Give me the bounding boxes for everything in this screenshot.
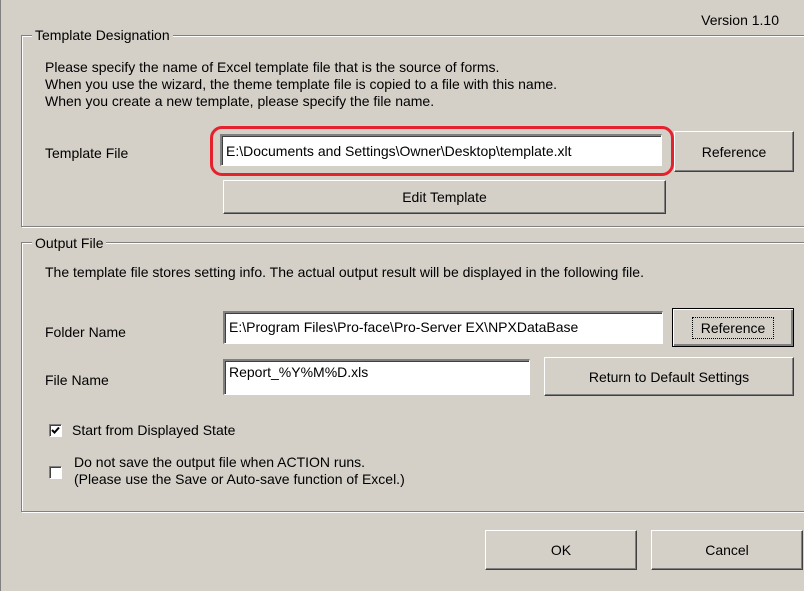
ok-button[interactable]: OK xyxy=(485,530,637,570)
edit-template-label: Edit Template xyxy=(402,189,487,205)
edit-template-button[interactable]: Edit Template xyxy=(223,180,666,214)
output-desc: The template file stores setting info. T… xyxy=(45,264,644,280)
folder-name-label: Folder Name xyxy=(45,324,126,340)
cancel-button[interactable]: Cancel xyxy=(651,530,803,570)
start-displayed-checkbox[interactable] xyxy=(49,424,62,437)
start-displayed-label: Start from Displayed State xyxy=(72,422,236,438)
folder-name-input[interactable]: E:\Program Files\Pro-face\Pro-Server EX\… xyxy=(223,311,663,344)
no-save-label-line-1: Do not save the output file when ACTION … xyxy=(74,454,366,470)
file-name-label: File Name xyxy=(45,372,109,388)
no-save-label-line-2: (Please use the Save or Auto-save functi… xyxy=(74,471,405,487)
file-name-input[interactable]: Report_%Y%M%D.xls xyxy=(223,359,530,395)
template-desc-line-3: When you create a new template, please s… xyxy=(45,93,435,109)
template-desc-line-2: When you use the wizard, the theme templ… xyxy=(45,76,558,92)
ok-label: OK xyxy=(550,542,572,558)
no-save-checkbox[interactable] xyxy=(49,466,62,479)
version-label: Version 1.10 xyxy=(701,12,779,28)
folder-reference-label: Reference xyxy=(691,316,775,339)
dialog-window: Version 1.10 Template Designation Please… xyxy=(0,0,804,591)
template-file-label: Template File xyxy=(45,145,129,161)
output-file-title: Output File xyxy=(32,235,107,251)
template-reference-label: Reference xyxy=(701,143,767,160)
return-default-button[interactable]: Return to Default Settings xyxy=(544,357,794,396)
template-designation-title: Template Designation xyxy=(32,27,173,43)
template-reference-button[interactable]: Reference xyxy=(674,131,794,172)
checkmark-icon xyxy=(51,426,60,434)
folder-reference-button[interactable]: Reference xyxy=(672,308,794,347)
template-desc-line-1: Please specify the name of Excel templat… xyxy=(45,59,500,75)
cancel-label: Cancel xyxy=(705,542,749,558)
return-default-label: Return to Default Settings xyxy=(588,368,750,385)
template-file-highlight xyxy=(210,126,674,176)
